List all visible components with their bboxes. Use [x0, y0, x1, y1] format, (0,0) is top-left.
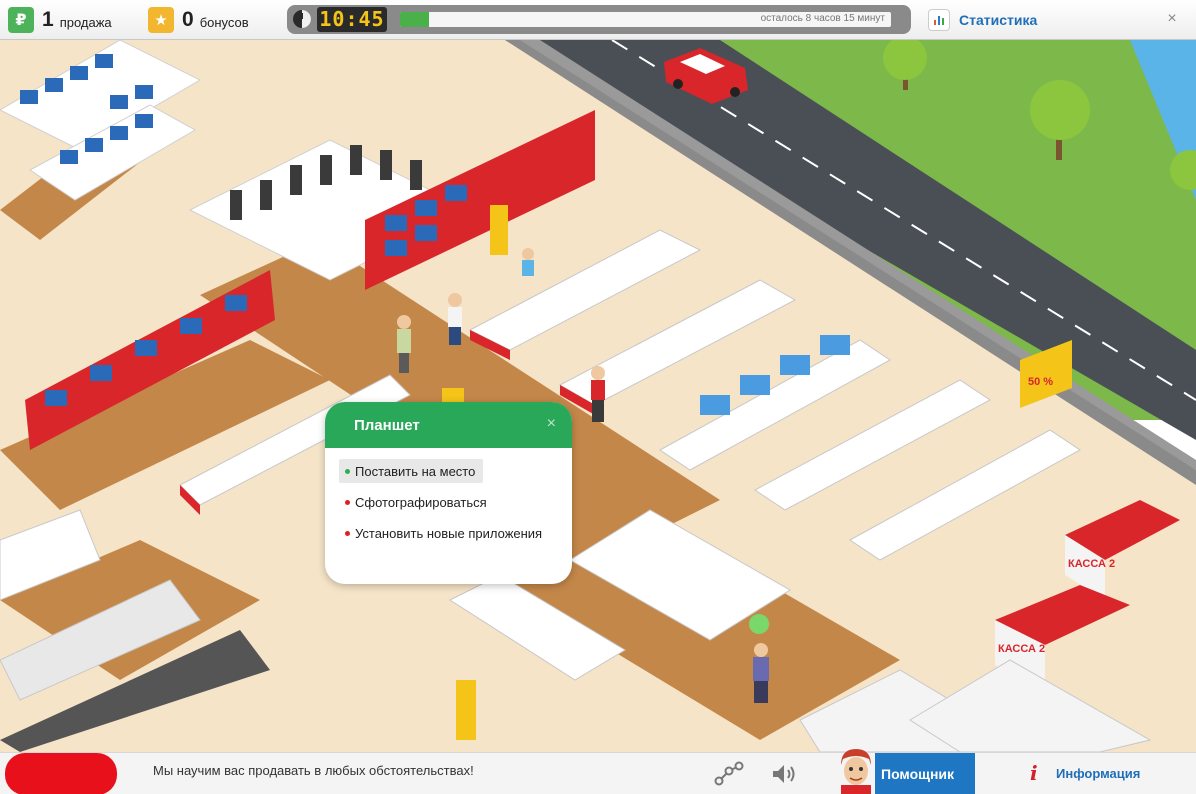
option-put-back[interactable]: Поставить на место	[339, 459, 484, 483]
brand-badge[interactable]	[5, 753, 117, 794]
game-window: ₽ 1 продажа ★ 0 бонусов 10:45 осталось 8…	[0, 0, 1196, 794]
popup-title: Планшет	[354, 417, 420, 434]
time-left-text: осталось 8 часов 15 минут	[760, 13, 885, 24]
sales-count: 1	[42, 8, 54, 31]
bonus-counter: ★ 0 бонусов	[148, 5, 249, 35]
time-progress-fill	[400, 12, 430, 27]
helper-avatar	[841, 749, 871, 794]
option-install-apps[interactable]: Установить новые приложения	[339, 521, 550, 545]
happy-face-icon	[749, 614, 769, 634]
customer[interactable]	[448, 293, 462, 345]
info-stand[interactable]	[490, 205, 508, 255]
info-stand[interactable]	[456, 680, 476, 740]
game-timer: 10:45 осталось 8 часов 15 минут	[287, 5, 911, 34]
speaker-icon[interactable]	[770, 762, 800, 786]
close-icon[interactable]: ×	[1162, 9, 1182, 29]
helper-label: Помощник	[875, 753, 975, 794]
close-icon[interactable]: ×	[547, 415, 556, 433]
cashier-label: КАССА 2	[998, 643, 1045, 655]
clock-icon	[293, 10, 311, 28]
popup-header: Планшет ×	[325, 402, 572, 448]
information-button[interactable]: i Информация	[1030, 763, 1140, 783]
bottom-bar: Мы научим вас продавать в любых обстояте…	[0, 749, 1196, 794]
bar-chart-icon	[928, 9, 950, 31]
sales-counter: ₽ 1 продажа	[8, 5, 112, 35]
bullet-icon	[345, 468, 350, 474]
bullet-icon	[345, 530, 350, 536]
tip-message: Мы научим вас продавать в любых обстояте…	[153, 763, 474, 778]
cashier-label: КАССА 2	[1068, 558, 1115, 570]
helper-button[interactable]: Помощник	[835, 749, 975, 794]
statistics-label: Статистика	[959, 12, 1038, 28]
bonus-count: 0	[182, 8, 194, 31]
option-label: Сфотографироваться	[355, 494, 487, 510]
share-icon[interactable]	[714, 761, 744, 787]
item-action-popup: Планшет × Поставить на место Сфотографир…	[325, 402, 572, 584]
ruble-icon: ₽	[8, 7, 34, 33]
top-bar: ₽ 1 продажа ★ 0 бонусов 10:45 осталось 8…	[0, 0, 1196, 40]
salesperson[interactable]	[591, 366, 605, 422]
clock-time: 10:45	[317, 7, 387, 32]
sale-sign-text: 50 %	[1028, 376, 1053, 388]
customer[interactable]	[522, 248, 534, 276]
information-label: Информация	[1056, 765, 1141, 781]
option-label: Поставить на место	[355, 463, 476, 479]
customer[interactable]	[397, 315, 411, 373]
statistics-button[interactable]: Статистика	[928, 9, 1037, 31]
option-take-photo[interactable]: Сфотографироваться	[339, 490, 495, 514]
sales-label: продажа	[59, 14, 112, 30]
store-scene[interactable]: КАССА 2 КАССА 2 50 %	[0, 40, 1196, 752]
info-icon: i	[1030, 761, 1038, 785]
bullet-icon	[345, 499, 350, 505]
star-icon: ★	[148, 7, 174, 33]
bonus-label: бонусов	[199, 14, 249, 30]
time-progress-bar: осталось 8 часов 15 минут	[400, 12, 891, 27]
option-label: Установить новые приложения	[355, 525, 543, 541]
